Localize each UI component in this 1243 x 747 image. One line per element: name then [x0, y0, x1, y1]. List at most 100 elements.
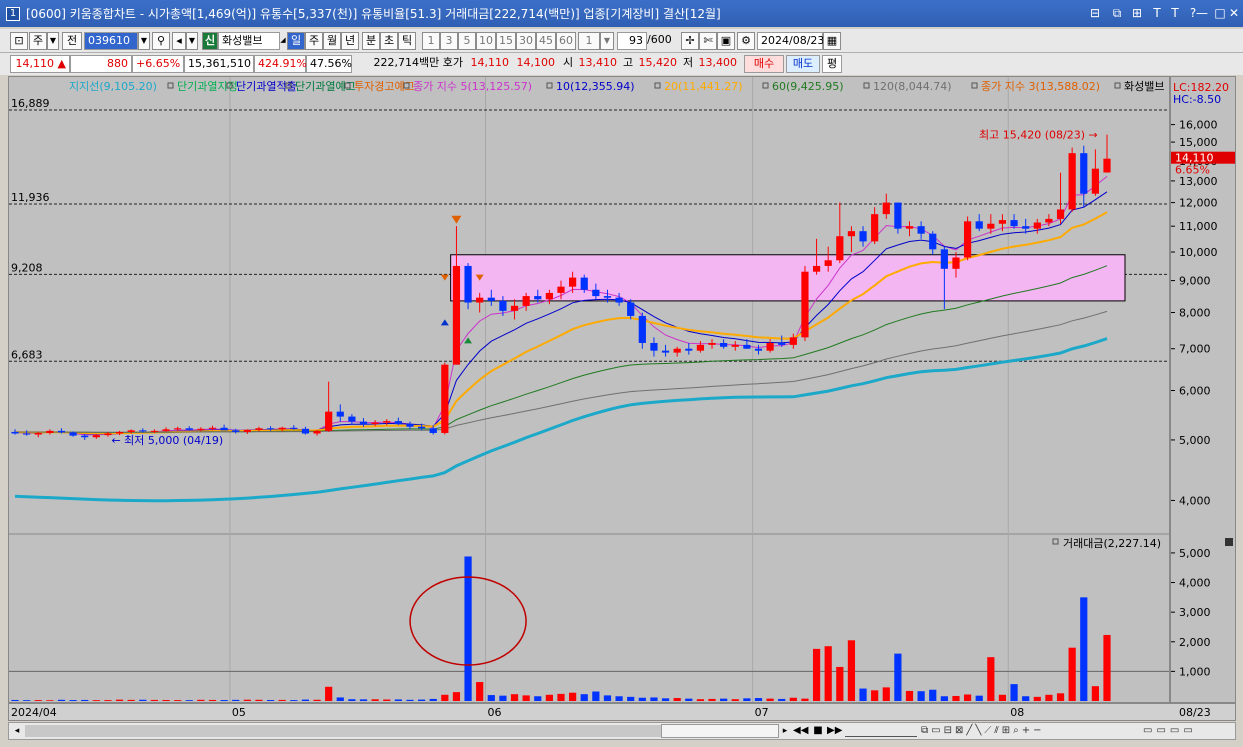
turnover: 47.56% — [306, 55, 352, 73]
sell-button[interactable]: 매도 — [786, 55, 820, 73]
tab-tick[interactable]: 틱 — [398, 32, 416, 50]
minute-option-1[interactable]: 1 — [422, 32, 440, 50]
minute-option-30[interactable]: 30 — [516, 32, 536, 50]
minute-option-3[interactable]: 3 — [440, 32, 458, 50]
save-chart-icon[interactable]: ▣ — [717, 32, 735, 50]
volume-bar — [1056, 693, 1065, 701]
legend-item: 단기과열예고 — [295, 80, 356, 93]
minute-option-5[interactable]: 5 — [458, 32, 476, 50]
candle — [778, 342, 786, 345]
lock-icon[interactable]: T — [1166, 5, 1184, 21]
minute-option-15[interactable]: 15 — [496, 32, 516, 50]
stock-code-dropdown-icon[interactable]: ▼ — [138, 32, 150, 50]
tools-icon[interactable]: ✄ — [699, 32, 717, 50]
drawing-tools-icons[interactable]: ⧉▭⊟⊠╱╲⟋⫽⊞⌕+− — [921, 724, 1141, 738]
candle — [859, 231, 867, 242]
stock-code-input[interactable]: 039610 — [84, 32, 138, 50]
minute-option-10[interactable]: 10 — [476, 32, 496, 50]
tab-day[interactable]: 일 — [287, 32, 305, 50]
quote-bar: 14,110 ▲ 880 +6.65% 15,361,510 424.91% 4… — [0, 53, 1243, 75]
date-label: 06 — [487, 706, 501, 719]
crosshair-icon[interactable]: ✢ — [681, 32, 699, 50]
candle — [46, 430, 54, 433]
candle — [359, 421, 368, 425]
horizontal-scrollbar-track[interactable] — [25, 725, 661, 737]
level-label: 6,683 — [11, 348, 43, 361]
scroll-left-icon[interactable]: ◂ — [11, 725, 23, 737]
volume-bar — [348, 699, 356, 701]
volume-bar — [673, 698, 681, 701]
low-label: 저 — [683, 56, 694, 69]
candle — [220, 427, 228, 431]
minimize-icon[interactable]: — — [1194, 5, 1210, 21]
minute-option-60[interactable]: 60 — [556, 32, 576, 50]
chart-toolbar: ⊡ 주 ▼ 전 039610 ▼ ⚲ ◂ ▼ 신 화성밸브 ◢ 일 주 월 년 … — [0, 29, 1243, 53]
layout-icon[interactable]: ⊡ — [10, 32, 28, 50]
multiplier-dropdown-icon[interactable]: ▼ — [600, 32, 614, 50]
avg-price-button[interactable]: 평 — [822, 55, 842, 73]
volume-bar — [859, 688, 867, 701]
tab-year[interactable]: 년 — [341, 32, 359, 50]
volume-bar — [383, 699, 391, 701]
tab-minute[interactable]: 분 — [362, 32, 380, 50]
date-input[interactable]: 2024/08/23 — [757, 32, 824, 50]
copy-window-icon[interactable]: ⧉ — [1108, 5, 1126, 21]
tab-second[interactable]: 초 — [380, 32, 398, 50]
period-dropdown-icon[interactable]: ▼ — [47, 32, 59, 50]
speaker-icon[interactable]: ◂ — [172, 32, 186, 50]
calendar-icon[interactable]: ▦ — [823, 32, 841, 50]
candle — [882, 202, 890, 215]
candle — [150, 430, 159, 432]
candle — [847, 231, 856, 237]
zoom-slider[interactable] — [845, 725, 917, 737]
volume-bar — [1045, 694, 1053, 701]
multiplier-input[interactable]: 1 — [578, 32, 600, 50]
volume-bar — [11, 699, 19, 701]
low-price: 13,400 — [698, 56, 738, 69]
price-tick-label: 9,000 — [1179, 275, 1211, 288]
title-bar: 1 [0600] 키움종합차트 - 시가총액[1,469(억)] 유통수[5,3… — [0, 0, 1243, 27]
price-chart-svg[interactable]: 16,889 11,936 9,208 6,683 최고 15,420 (08/23) … — [9, 77, 1169, 702]
volume-bar — [592, 691, 600, 701]
search-icon[interactable]: ⚲ — [152, 32, 170, 50]
close-icon[interactable]: ✕ — [1226, 5, 1242, 21]
scroll-right-icon[interactable]: ▸ — [779, 725, 791, 737]
volume-bar — [174, 700, 182, 701]
stop-icon[interactable]: ■ — [811, 724, 825, 738]
period-main-button[interactable]: 주 — [29, 32, 47, 50]
chart-area[interactable]: 16,889 11,936 9,208 6,683 최고 15,420 (08/23) … — [8, 76, 1170, 703]
candle — [127, 430, 135, 432]
candle — [81, 435, 89, 438]
buy-button[interactable]: 매수 — [744, 55, 784, 73]
volume-bar — [569, 692, 577, 701]
font-icon[interactable]: T — [1148, 5, 1166, 21]
prev-button[interactable]: 전 — [62, 32, 82, 50]
count-input[interactable]: 93 — [617, 32, 647, 50]
fast-forward-icon[interactable]: ▶▶ — [827, 724, 842, 738]
legend-item: 지지선(9,105.20) — [69, 80, 157, 93]
tab-week[interactable]: 주 — [305, 32, 323, 50]
volume-bar — [81, 699, 89, 701]
tab-month[interactable]: 월 — [323, 32, 341, 50]
candle — [754, 348, 763, 351]
price-tick-label: 8,000 — [1179, 307, 1211, 320]
volume-bar — [1080, 597, 1088, 701]
legend-item: 종가 지수 5(13,125.57) — [413, 80, 532, 93]
candle — [394, 421, 402, 425]
view-options-icons[interactable]: ▭▭▭▭ — [1143, 724, 1235, 738]
candle — [603, 296, 612, 298]
rewind-icon[interactable]: ◀◀ — [793, 724, 808, 738]
minute-option-45[interactable]: 45 — [536, 32, 556, 50]
candle — [789, 337, 797, 345]
stock-list-dropdown-icon[interactable]: ▼ — [186, 32, 198, 50]
link-icon[interactable]: ⊟ — [1086, 5, 1104, 21]
volume-bar — [580, 694, 588, 701]
settings-gear-icon[interactable]: ⚙ — [737, 32, 755, 50]
date-label: 07 — [755, 706, 769, 719]
volume-bar — [34, 700, 42, 701]
scrollbar-thumb[interactable] — [661, 724, 779, 738]
save-icon[interactable]: ⊞ — [1128, 5, 1146, 21]
volume-bar — [871, 690, 879, 701]
candle — [975, 221, 983, 229]
legend-item: 화성밸브 — [1124, 80, 1164, 93]
